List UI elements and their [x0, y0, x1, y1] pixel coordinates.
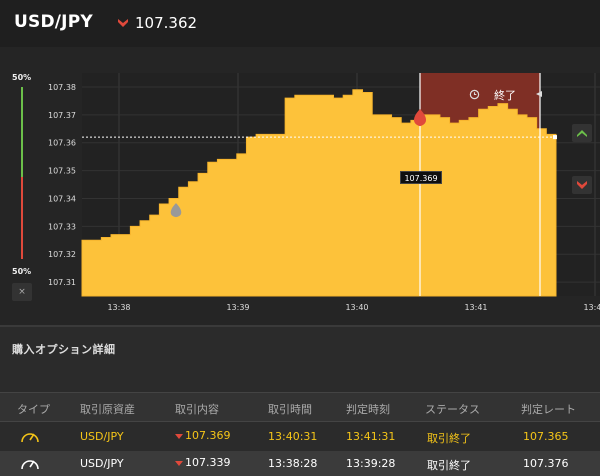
- high-button[interactable]: [572, 124, 592, 142]
- gauge-icon: [21, 433, 39, 443]
- entry-price-tag: 107.369: [400, 171, 442, 184]
- col-content: 取引内容: [175, 403, 219, 416]
- x-tick-label: 13:41: [464, 303, 487, 312]
- cell-time: 13:38:28: [268, 457, 318, 470]
- y-tick-label: 107.34: [48, 194, 76, 203]
- header-bar: USD/JPY 107.362: [0, 0, 600, 47]
- y-tick-label: 107.32: [48, 250, 76, 259]
- cell-content: 107.339: [175, 456, 231, 469]
- y-tick-label: 107.37: [48, 111, 76, 120]
- arrow-left-icon: [536, 91, 542, 97]
- clock-icon: [469, 89, 480, 100]
- current-rate: 107.362: [135, 14, 198, 32]
- cell-content-value: 107.339: [185, 456, 231, 469]
- current-rate-dot: [553, 135, 557, 140]
- cell-asset: USD/JPY: [80, 430, 124, 443]
- window-end-label: 終了: [494, 89, 516, 102]
- y-tick-label: 107.33: [48, 222, 76, 231]
- x-tick-label: 13:38: [107, 303, 130, 312]
- col-status: ステータス: [425, 403, 480, 416]
- gauge-icon: [21, 460, 39, 470]
- section-title: 購入オプション詳細: [12, 343, 116, 356]
- down-arrow-icon: [118, 19, 128, 27]
- down-arrow-icon: [577, 181, 587, 189]
- cell-asset: USD/JPY: [80, 457, 124, 470]
- y-tick-label: 107.35: [48, 167, 76, 176]
- divider: [0, 325, 600, 327]
- cell-status: 取引終了: [427, 459, 471, 472]
- table-row[interactable]: USD/JPY 107.369 13:40:31 13:41:31 取引終了 1…: [0, 423, 600, 449]
- cell-judge-time: 13:41:31: [346, 430, 396, 443]
- x-tick-label: 13:39: [226, 303, 249, 312]
- cell-status: 取引終了: [427, 432, 471, 445]
- cell-time: 13:40:31: [268, 430, 318, 443]
- table-row[interactable]: USD/JPY 107.339 13:38:28 13:39:28 取引終了 1…: [0, 451, 600, 476]
- table-header: タイプ 取引原資産 取引内容 取引時間 判定時刻 ステータス 判定レート: [0, 392, 600, 422]
- col-time: 取引時間: [268, 403, 312, 416]
- y-tick-label: 107.31: [48, 278, 76, 287]
- cell-judge-rate: 107.365: [523, 430, 569, 443]
- y-tick-label: 107.38: [48, 83, 76, 92]
- col-judge-rate: 判定レート: [521, 403, 576, 416]
- cell-content-value: 107.369: [185, 429, 231, 442]
- col-type: タイプ: [17, 403, 50, 416]
- down-arrow-icon: [175, 460, 183, 466]
- y-tick-label: 107.36: [48, 139, 76, 148]
- up-arrow-icon: [577, 130, 587, 137]
- pair-title: USD/JPY: [14, 12, 93, 32]
- x-tick-label: 13:42: [583, 303, 600, 312]
- cell-judge-rate: 107.376: [523, 457, 569, 470]
- down-arrow-icon: [175, 433, 183, 439]
- col-judge-time: 判定時刻: [346, 403, 390, 416]
- cell-content: 107.369: [175, 429, 231, 442]
- x-tick-label: 13:40: [345, 303, 368, 312]
- col-asset: 取引原資産: [80, 403, 135, 416]
- cell-judge-time: 13:39:28: [346, 457, 396, 470]
- low-button[interactable]: [572, 176, 592, 194]
